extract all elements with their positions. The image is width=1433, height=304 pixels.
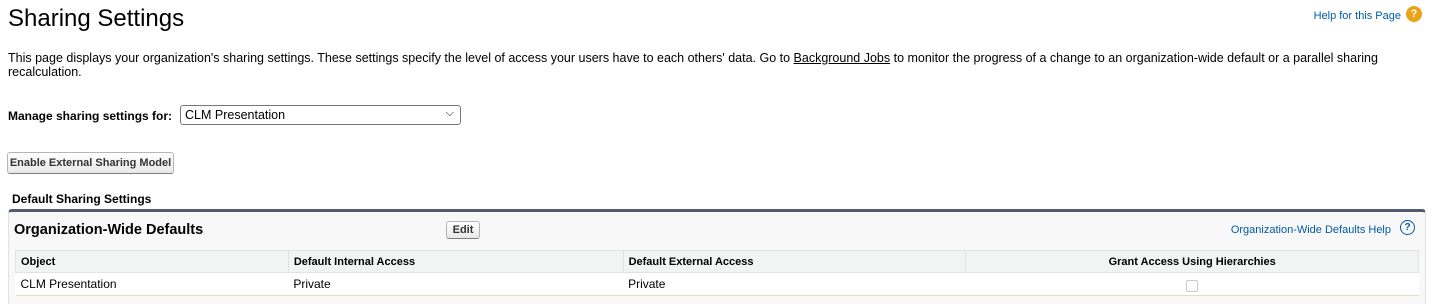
- edit-button[interactable]: Edit: [446, 221, 480, 239]
- cell-internal-access: Private: [288, 272, 624, 296]
- help-icon[interactable]: ?: [1400, 220, 1415, 235]
- organization-wide-defaults-panel: Organization-Wide Defaults Edit Organiza…: [8, 209, 1426, 304]
- manage-sharing-select[interactable]: CLM Presentation ⌵: [180, 105, 461, 125]
- background-jobs-link[interactable]: Background Jobs: [794, 51, 891, 65]
- defaults-table: Object Default Internal Access Default E…: [15, 250, 1419, 296]
- chevron-down-icon: ⌵: [445, 107, 454, 119]
- page-description: This page displays your organization's s…: [8, 51, 1418, 79]
- page-title: Sharing Settings: [8, 5, 185, 32]
- description-text-before: This page displays your organization's s…: [8, 51, 794, 65]
- cell-grant-hierarchies: [965, 272, 1419, 296]
- manage-sharing-label: Manage sharing settings for:: [8, 109, 173, 123]
- cell-object: CLM Presentation: [15, 272, 289, 296]
- column-header-grant-hierarchies: Grant Access Using Hierarchies: [965, 250, 1419, 273]
- column-header-object: Object: [15, 250, 289, 273]
- default-sharing-settings-heading: Default Sharing Settings: [12, 192, 152, 206]
- column-header-external-access: Default External Access: [622, 250, 967, 273]
- panel-title: Organization-Wide Defaults: [14, 222, 204, 238]
- grant-hierarchies-checkbox: [1186, 280, 1199, 292]
- organization-wide-defaults-help-link[interactable]: Organization-Wide Defaults Help: [1231, 224, 1391, 236]
- help-for-this-page-link[interactable]: Help for this Page: [1314, 10, 1401, 22]
- table-row: CLM Presentation Private Private: [15, 272, 1419, 296]
- cell-external-access: Private: [623, 272, 966, 296]
- column-header-internal-access: Default Internal Access: [287, 250, 624, 273]
- table-header-row: Object Default Internal Access Default E…: [15, 250, 1419, 273]
- manage-sharing-selected-value: CLM Presentation: [185, 108, 286, 122]
- help-icon[interactable]: ?: [1406, 6, 1422, 22]
- enable-external-sharing-model-button[interactable]: Enable External Sharing Model: [7, 152, 174, 174]
